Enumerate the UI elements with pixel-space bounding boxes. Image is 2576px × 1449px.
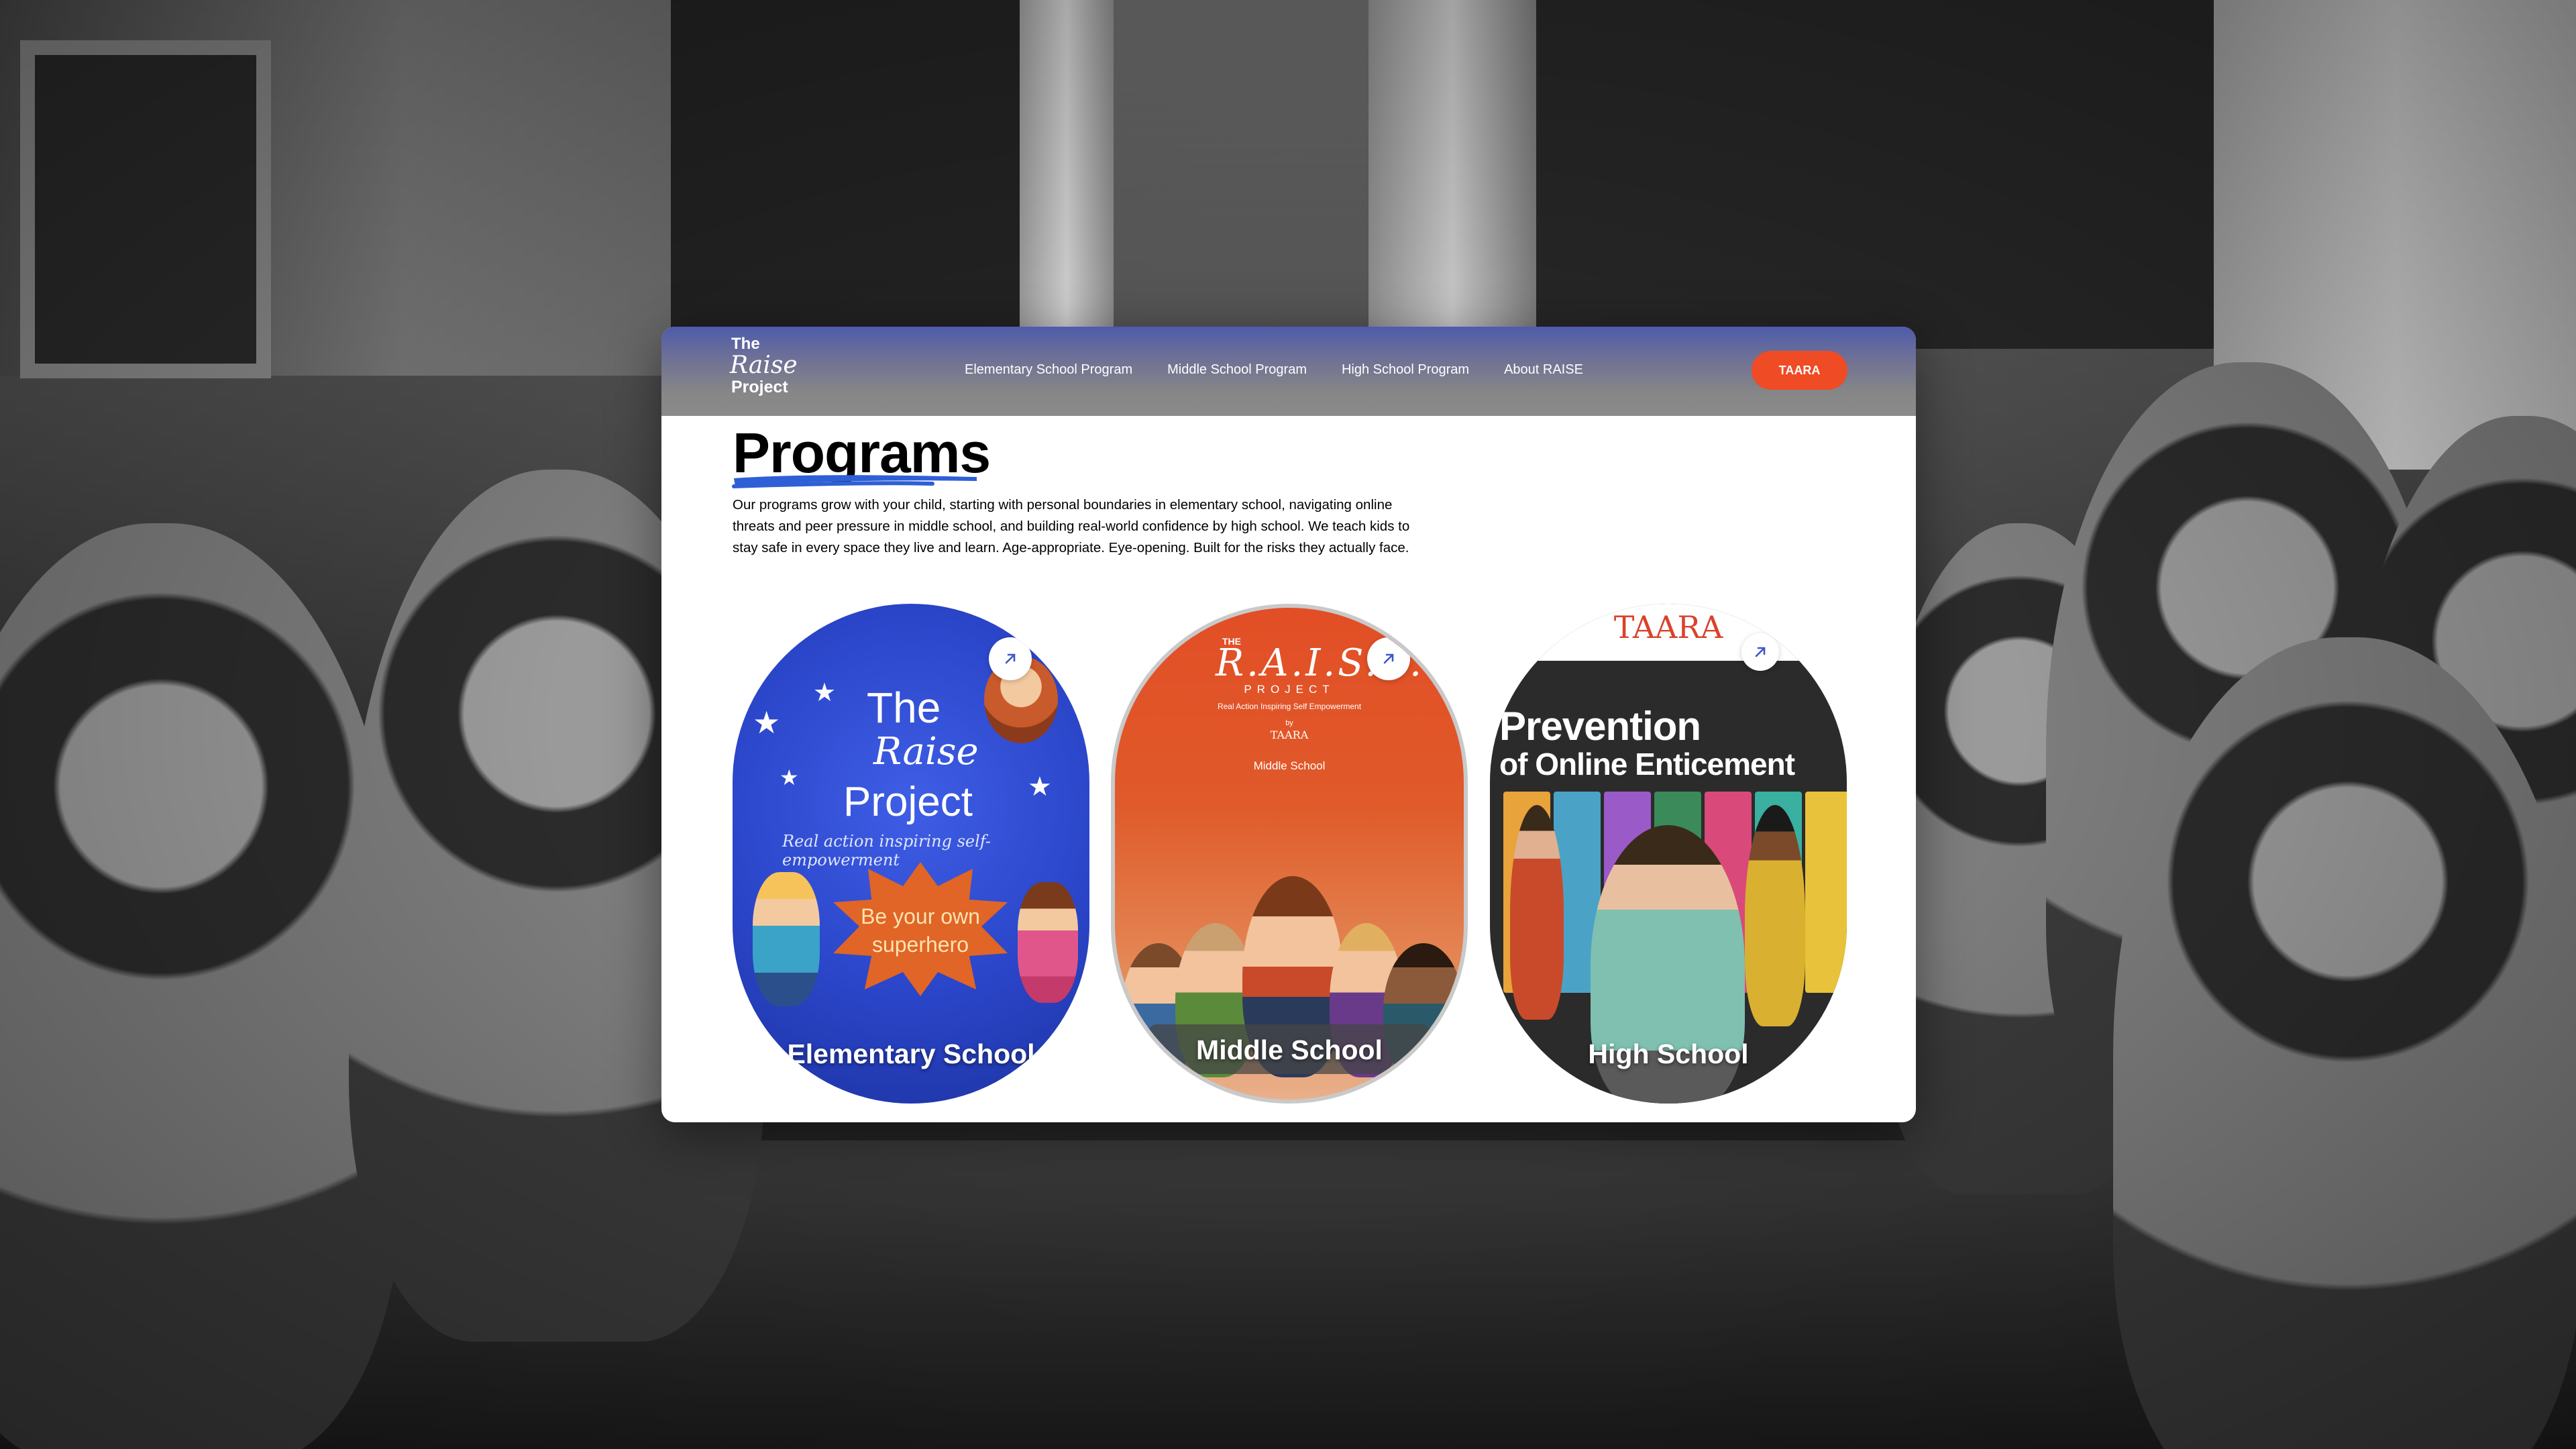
program-card-label: Elementary School xyxy=(787,1038,1035,1069)
programs-intro: Our programs grow with your child, start… xyxy=(733,497,1410,555)
arrow-up-right-icon xyxy=(1383,653,1394,664)
cover-title-line-2: Raise xyxy=(873,730,979,773)
teen-illustration xyxy=(1510,805,1564,1020)
cover-title-line-1: Prevention xyxy=(1499,704,1701,749)
cover-burst-text: Be your own superhero xyxy=(861,904,980,957)
logo-line-1: The xyxy=(731,335,760,353)
arrow-up-right-icon xyxy=(1005,653,1016,664)
teen-illustration xyxy=(1745,805,1805,1026)
star-icon: ★ xyxy=(813,679,837,707)
cover-by: by xyxy=(1285,719,1293,727)
website-card: The Raise Project Elementary School Prog… xyxy=(661,327,1916,1122)
cover-title-line-2: of Online Enticement xyxy=(1499,747,1795,782)
cover-tagline: Real action inspiring self-empowerment xyxy=(782,832,991,869)
color-panel xyxy=(1805,792,1847,993)
arrow-up-right-icon xyxy=(1755,647,1766,657)
open-high-button[interactable] xyxy=(1741,633,1779,671)
cover-org: TAARA xyxy=(1613,609,1723,645)
open-elementary-button[interactable] xyxy=(989,637,1032,680)
main-nav: Elementary School Program Middle School … xyxy=(965,362,1583,378)
nav-middle-program[interactable]: Middle School Program xyxy=(1167,362,1307,378)
star-icon: ★ xyxy=(780,765,799,790)
star-icon: ★ xyxy=(1028,772,1052,802)
title-underline-icon xyxy=(732,475,977,488)
cover-level: Middle School xyxy=(1253,759,1326,772)
program-card-high[interactable]: TAARA Prevention of Online Enticement Hi… xyxy=(1490,604,1847,1104)
cover-org: TAARA xyxy=(1270,729,1309,741)
nav-about-raise[interactable]: About RAISE xyxy=(1504,362,1583,378)
boy-hero-icon xyxy=(753,872,820,1006)
site-header: The Raise Project Elementary School Prog… xyxy=(661,327,1916,416)
star-icon: ★ xyxy=(753,705,781,740)
program-card-middle[interactable]: THE R.A.I.S.E. PROJECT Real Action Inspi… xyxy=(1111,604,1468,1104)
cover-project: PROJECT xyxy=(1244,683,1335,696)
program-card-label: High School xyxy=(1588,1038,1749,1069)
logo-line-2: Raise xyxy=(730,352,798,379)
nav-high-program[interactable]: High School Program xyxy=(1342,362,1469,378)
taara-button[interactable]: TAARA xyxy=(1752,351,1847,390)
cover-title-line-3: Project xyxy=(843,779,973,825)
cover-title-line-1: The xyxy=(867,684,941,732)
nav-elementary-program[interactable]: Elementary School Program xyxy=(965,362,1132,378)
open-middle-button[interactable] xyxy=(1367,637,1410,680)
site-logo[interactable]: The Raise Project xyxy=(730,335,798,396)
girl-hero-icon xyxy=(1018,882,1078,1003)
logo-line-3: Project xyxy=(731,378,788,396)
program-card-label: Middle School xyxy=(1196,1034,1383,1065)
program-card-elementary[interactable]: ★ ★ ★ ★ The Raise Project Real action in… xyxy=(733,604,1089,1104)
cover-subtitle: Real Action Inspiring Self Empowerment xyxy=(1217,702,1362,711)
